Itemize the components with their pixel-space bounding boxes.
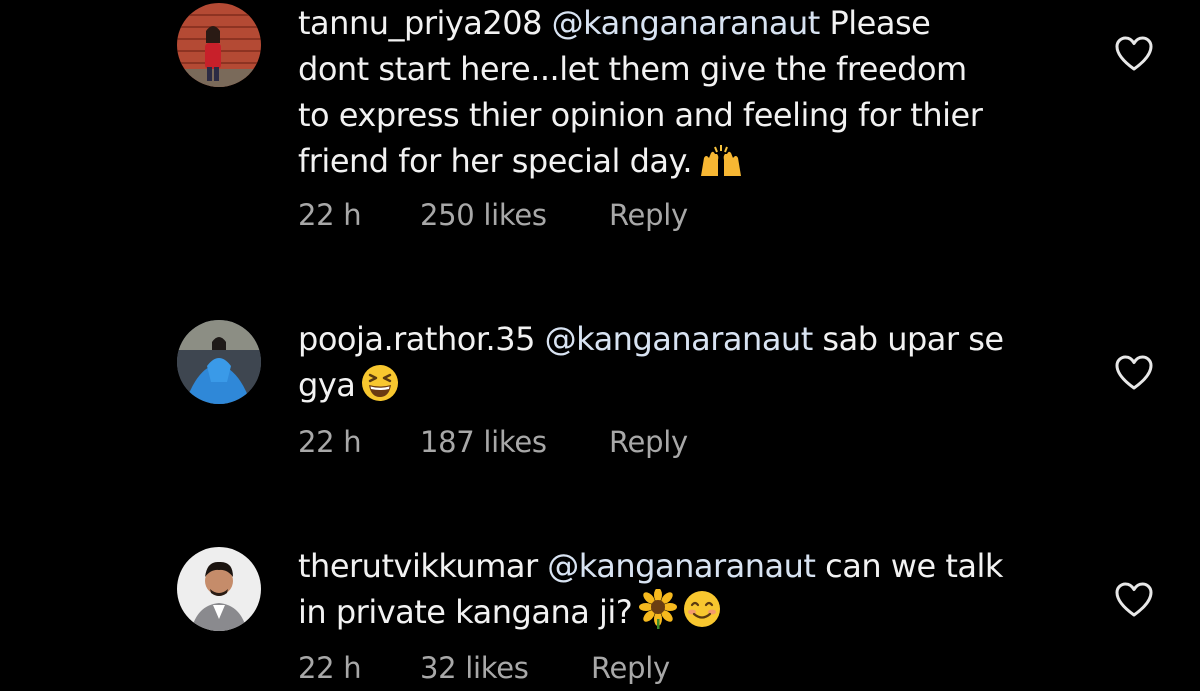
- timestamp: 22 h: [298, 651, 362, 685]
- heart-outline-icon[interactable]: [1115, 582, 1153, 618]
- reply-button[interactable]: Reply: [591, 651, 670, 685]
- mention-link[interactable]: @kanganaranaut: [547, 547, 816, 585]
- user-photo: [177, 547, 261, 631]
- comment-text-line: in private kangana ji?: [298, 593, 633, 631]
- username[interactable]: therutvikkumar: [298, 547, 538, 585]
- sunflower-smiling-emoji: [638, 588, 724, 641]
- comment-item: therutvikkumar @kanganaranaut can we tal…: [0, 0, 1200, 685]
- likes-count[interactable]: 32 likes: [420, 651, 529, 685]
- avatar[interactable]: [177, 547, 261, 631]
- comment-text-line: can we talk: [825, 547, 1003, 585]
- comment-text: therutvikkumar @kanganaranaut can we tal…: [298, 543, 1088, 641]
